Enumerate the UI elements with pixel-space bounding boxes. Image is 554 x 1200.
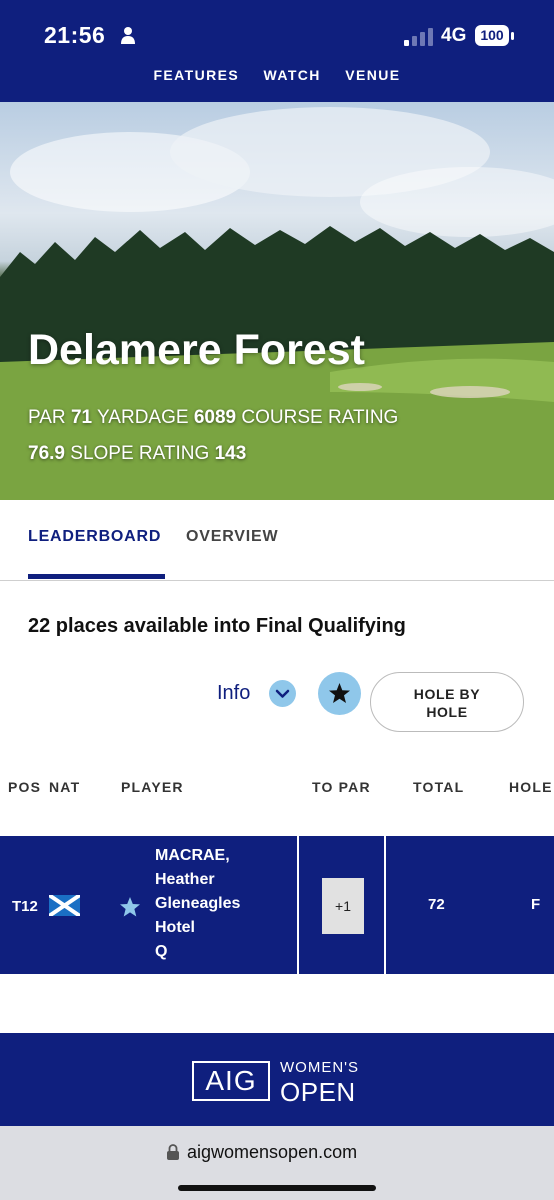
active-tab-indicator	[28, 574, 165, 579]
hole-value: F	[531, 896, 541, 913]
logo-open: OPEN	[280, 1077, 356, 1107]
hole-by-hole-label-2: HOLE	[426, 704, 468, 720]
slope-rating-label: SLOPE RATING	[70, 443, 210, 464]
person-icon	[121, 27, 135, 44]
info-label[interactable]: Info	[217, 682, 250, 705]
browser-url-bar[interactable]: aigwomensopen.com	[0, 1126, 554, 1200]
yardage-label: YARDAGE	[97, 407, 189, 428]
hole-by-hole-label-1: HOLE BY	[413, 686, 481, 702]
header-player[interactable]: PLAYER	[121, 779, 184, 795]
favourites-filter-button[interactable]	[318, 672, 361, 715]
nav-features[interactable]: FEATURES	[153, 67, 239, 83]
aig-logo[interactable]: AIG	[192, 1061, 270, 1101]
header-total[interactable]: TOTAL	[413, 779, 464, 795]
status-bar: 21:56 4G 100	[0, 0, 554, 60]
site-footer: AIG WOMEN'S OPEN	[0, 1033, 554, 1126]
tab-overview[interactable]: OVERVIEW	[186, 528, 278, 546]
status-time: 21:56	[44, 22, 106, 48]
signal-icon	[404, 28, 433, 46]
favourite-star-icon[interactable]	[119, 896, 141, 918]
chevron-down-icon	[275, 689, 290, 698]
player-club-line1: Gleneagles	[155, 895, 241, 912]
content-tabs: LEADERBOARD OVERVIEW	[0, 500, 554, 581]
player-cell[interactable]: MACRAE, Heather Gleneagles Hotel Q	[155, 844, 240, 964]
column-divider	[297, 836, 299, 974]
top-nav: FEATURES WATCH VENUE	[0, 60, 554, 102]
course-rating-value: 76.9	[28, 443, 65, 464]
header-hole[interactable]: HOLE	[509, 779, 553, 795]
logo-womens: WOMEN'S	[280, 1059, 360, 1076]
scotland-flag-icon	[49, 895, 80, 916]
header-nat[interactable]: NAT	[49, 779, 80, 795]
nav-watch[interactable]: WATCH	[264, 67, 321, 83]
course-hero-image: Delamere Forest PAR 71 YARDAGE 6089 COUR…	[0, 102, 554, 500]
network-label: 4G	[441, 25, 467, 46]
course-title: Delamere Forest	[28, 326, 365, 374]
slope-rating-value: 143	[214, 443, 247, 464]
home-indicator[interactable]	[178, 1185, 376, 1191]
battery-level: 100	[475, 25, 509, 46]
info-dropdown-button[interactable]	[269, 680, 296, 707]
player-firstname: Heather	[155, 871, 215, 888]
url-text[interactable]: aigwomensopen.com	[187, 1142, 357, 1163]
yardage-value: 6089	[193, 407, 237, 428]
player-surname: MACRAE,	[155, 847, 230, 864]
header-to-par[interactable]: TO PAR	[312, 779, 371, 795]
lock-icon	[167, 1144, 179, 1160]
column-divider	[384, 836, 386, 974]
row-position: T12	[12, 898, 38, 915]
battery-icon: 100	[475, 25, 515, 47]
hole-by-hole-button[interactable]: HOLE BY HOLE	[370, 672, 524, 732]
total-value: 72	[428, 896, 445, 913]
course-stats: PAR 71 YARDAGE 6089 COURSE RATING 76.9 S…	[28, 400, 468, 472]
player-club-line2: Hotel	[155, 919, 195, 936]
par-value: 71	[70, 407, 93, 428]
tab-leaderboard[interactable]: LEADERBOARD	[28, 528, 161, 546]
player-status: Q	[155, 943, 168, 960]
header-pos[interactable]: POS	[8, 779, 41, 795]
course-rating-label: COURSE RATING	[241, 407, 399, 428]
to-par-value: +1	[322, 878, 364, 934]
table-row[interactable]: T12 MACRAE, Heather Gleneagles Hotel Q +…	[0, 836, 554, 974]
par-label: PAR	[28, 407, 66, 428]
qualifying-subtitle: 22 places available into Final Qualifyin…	[28, 615, 406, 637]
nav-venue[interactable]: VENUE	[345, 67, 400, 83]
star-icon	[329, 683, 350, 703]
